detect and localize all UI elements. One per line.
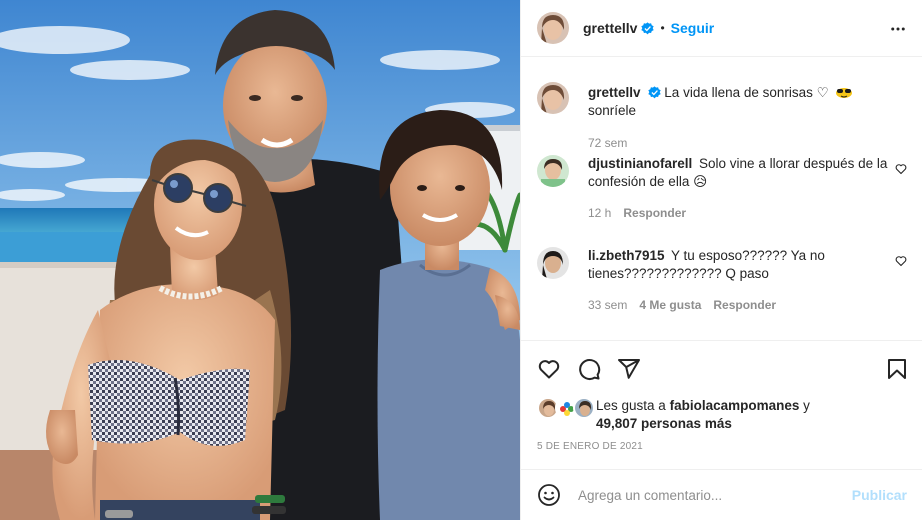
liker-username[interactable]: fabiolacampomanes <box>670 398 800 413</box>
author-username[interactable]: grettellv <box>583 20 637 36</box>
separator-dot: • <box>660 21 665 35</box>
action-bar <box>521 340 922 392</box>
commenter-avatar[interactable] <box>537 247 569 279</box>
commenter-avatar[interactable] <box>537 155 569 187</box>
caption-username[interactable]: grettellv <box>588 85 641 100</box>
comment-composer: Publicar <box>521 469 922 520</box>
caption-body: grettellv La vida llena de sonrisas ♡ so… <box>588 84 888 152</box>
comment-meta: 12 h Responder <box>588 204 888 222</box>
post-photo[interactable] <box>0 0 520 520</box>
likes-text: Les gusta a fabiolacampomanes y 49,807 p… <box>596 397 896 433</box>
caption-author-avatar[interactable] <box>537 82 569 114</box>
sunglasses-emoji-icon <box>835 88 852 98</box>
verified-badge-icon <box>641 21 655 34</box>
comment-likes-count[interactable]: 4 Me gusta <box>639 296 701 314</box>
comment-age: 12 h <box>588 206 612 220</box>
author-avatar[interactable] <box>537 12 569 44</box>
follow-button[interactable]: Seguir <box>671 20 715 36</box>
heart-icon[interactable] <box>895 255 907 267</box>
liker-avatars <box>537 397 599 421</box>
avatar-image <box>537 247 569 279</box>
heart-icon[interactable] <box>895 163 907 175</box>
comment-body: djustinianofarell Solo vine a llorar des… <box>588 155 888 222</box>
post-header: grettellv • Seguir <box>521 0 922 57</box>
like-heart-icon[interactable] <box>537 357 561 381</box>
caption-age: 72 sem <box>588 136 628 150</box>
liker-avatar <box>573 397 595 419</box>
caption-meta: 72 sem <box>588 134 888 152</box>
commenter-username[interactable]: djustinianofarell <box>588 156 692 171</box>
caption: grettellv La vida llena de sonrisas ♡ so… <box>537 82 907 150</box>
post-sidebar: grettellv • Seguir grettellv La vida lle… <box>520 0 922 520</box>
share-icon[interactable] <box>617 357 641 381</box>
more-options-icon[interactable] <box>889 20 907 38</box>
reply-button[interactable]: Responder <box>623 204 686 222</box>
likes-prefix: Les gusta a <box>596 398 666 413</box>
comment-input[interactable] <box>578 487 852 503</box>
comment-body: li.zbeth7915 Y tu esposo?????? Ya no tie… <box>588 247 888 314</box>
likes-conj: y <box>803 398 810 413</box>
comments-section[interactable]: grettellv La vida llena de sonrisas ♡ so… <box>521 57 922 340</box>
publish-button[interactable]: Publicar <box>852 487 907 503</box>
avatar-image <box>537 12 569 44</box>
likes-count[interactable]: 49,807 personas más <box>596 416 732 431</box>
emoji-icon[interactable] <box>537 483 561 507</box>
comment-age: 33 sem <box>588 298 628 312</box>
caption-text: La vida llena de sonrisas ♡ <box>664 85 829 100</box>
avatar-image <box>537 82 569 114</box>
comment-meta: 33 sem 4 Me gusta Responder <box>588 296 888 314</box>
post-date[interactable]: 5 DE ENERO DE 2021 <box>537 441 643 452</box>
comment-item: li.zbeth7915 Y tu esposo?????? Ya no tie… <box>537 247 907 317</box>
post-image <box>0 0 520 520</box>
avatar-image <box>537 155 569 187</box>
caption-text-tail: sonríele <box>588 103 637 118</box>
bookmark-icon[interactable] <box>885 357 909 381</box>
verified-badge-icon <box>647 86 661 99</box>
reply-button[interactable]: Responder <box>713 296 776 314</box>
commenter-username[interactable]: li.zbeth7915 <box>588 248 665 263</box>
comment-icon[interactable] <box>577 357 601 381</box>
comment-item: djustinianofarell Solo vine a llorar des… <box>537 155 907 225</box>
